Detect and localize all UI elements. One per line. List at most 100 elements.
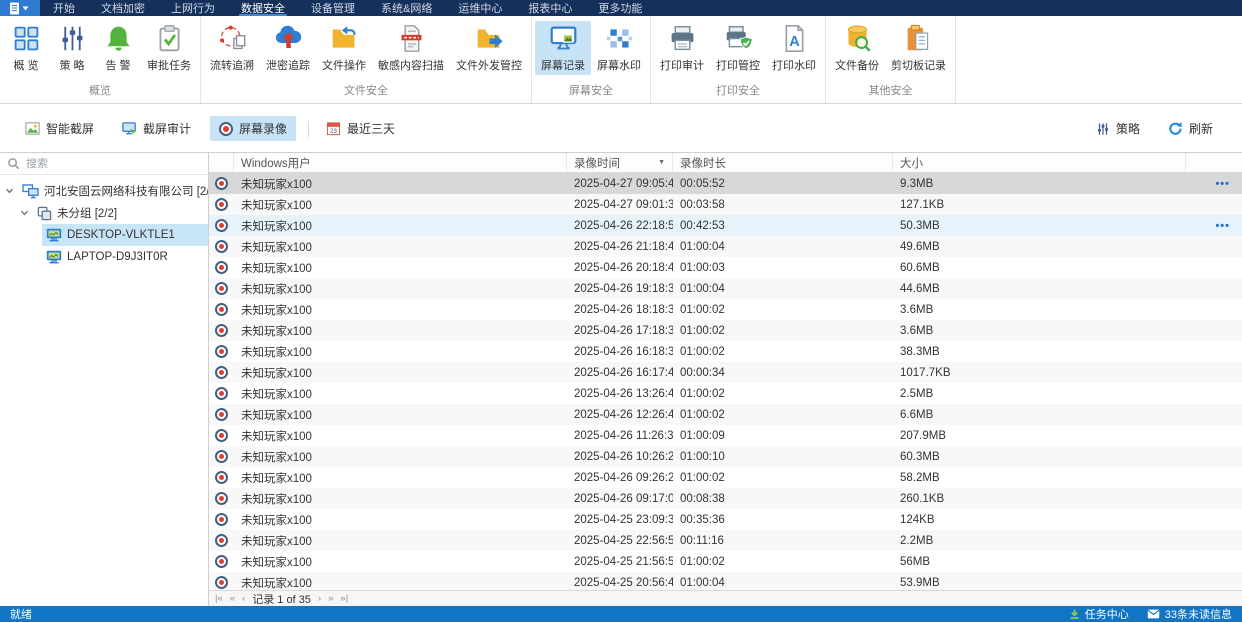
policy-button[interactable]: 策略	[1087, 116, 1149, 141]
fast-prev-page-button[interactable]: «	[230, 593, 235, 604]
ribbon-item-approval-tasks[interactable]: 审批任务	[141, 21, 197, 75]
row-record-time: 2025-04-26 18:18:37	[567, 304, 673, 316]
search-input[interactable]	[26, 158, 201, 170]
table-row[interactable]: 未知玩家x100 2025-04-26 09:26:22 01:00:02 58…	[209, 467, 1242, 488]
table-row[interactable]: 未知玩家x100 2025-04-26 16:17:45 00:00:34 10…	[209, 362, 1242, 383]
next-page-button[interactable]: ›	[318, 593, 321, 604]
tab-web-behavior[interactable]: 上网行为	[158, 0, 228, 16]
column-header-record-duration[interactable]: 录像时长	[673, 153, 893, 172]
ribbon-item-label: 敏感内容扫描	[378, 57, 444, 73]
mail-icon	[1147, 609, 1160, 619]
ribbon-group-print-security: 打印审计 打印管控 A 打印水印 打印安全	[651, 16, 826, 103]
row-record-time: 2025-04-26 16:18:31	[567, 346, 673, 358]
row-record-duration: 00:42:53	[673, 220, 893, 232]
first-page-button[interactable]: |«	[215, 593, 223, 604]
tab-home[interactable]: 开始	[40, 0, 88, 16]
column-header-windows-user[interactable]: Windows用户	[234, 153, 567, 172]
refresh-button[interactable]: 刷新	[1159, 116, 1222, 141]
app-menu-button[interactable]	[0, 0, 40, 16]
table-row[interactable]: 未知玩家x100 2025-04-26 16:18:31 01:00:02 38…	[209, 341, 1242, 362]
table-row[interactable]: 未知玩家x100 2025-04-26 11:26:35 01:00:09 20…	[209, 425, 1242, 446]
table-row[interactable]: 未知玩家x100 2025-04-26 22:18:52 00:42:53 50…	[209, 215, 1242, 236]
tree-item-company[interactable]: 河北安固云网络科技有限公司 [2/2]	[0, 180, 208, 202]
sort-desc-icon[interactable]: ▼	[658, 159, 665, 166]
column-header-size[interactable]: 大小	[893, 153, 1186, 172]
record-icon	[215, 492, 228, 505]
ribbon-item-flow-trace[interactable]: 流转追溯	[204, 21, 260, 75]
table-row[interactable]: 未知玩家x100 2025-04-27 09:01:34 00:03:58 12…	[209, 194, 1242, 215]
row-windows-user: 未知玩家x100	[234, 302, 567, 318]
table-row[interactable]: 未知玩家x100 2025-04-25 20:56:49 01:00:04 53…	[209, 572, 1242, 590]
tab-ops-center[interactable]: 运维中心	[445, 0, 515, 16]
table-row[interactable]: 未知玩家x100 2025-04-26 21:18:47 01:00:04 49…	[209, 236, 1242, 257]
tree-item-ungrouped[interactable]: 未分组 [2/2]	[0, 202, 208, 224]
ribbon-item-screen-record[interactable]: 屏幕记录	[535, 21, 591, 75]
cloud-upload-icon	[274, 24, 303, 53]
table-row[interactable]: 未知玩家x100 2025-04-26 10:26:24 01:00:10 60…	[209, 446, 1242, 467]
table-row[interactable]: 未知玩家x100 2025-04-26 19:18:39 01:00:04 44…	[209, 278, 1242, 299]
ribbon-item-file-outgoing-control[interactable]: 文件外发管控	[450, 21, 528, 75]
ribbon-group-label: 打印安全	[654, 81, 822, 103]
chevron-down-icon[interactable]	[20, 210, 30, 216]
tab-more-functions[interactable]: 更多功能	[585, 0, 655, 16]
table-row[interactable]: 未知玩家x100 2025-04-26 09:17:07 00:08:38 26…	[209, 488, 1242, 509]
table-header: Windows用户 录像时间▼ 录像时长 大小	[209, 153, 1242, 173]
group-icon	[37, 206, 52, 221]
table-row[interactable]: 未知玩家x100 2025-04-27 09:05:45 00:05:52 9.…	[209, 173, 1242, 194]
table-row[interactable]: 未知玩家x100 2025-04-25 23:09:32 00:35:36 12…	[209, 509, 1242, 530]
tab-system-network[interactable]: 系统&网络	[368, 0, 445, 16]
task-center-label: 任务中心	[1085, 606, 1129, 622]
row-record-time: 2025-04-25 20:56:49	[567, 577, 673, 589]
table-row[interactable]: 未知玩家x100 2025-04-25 22:56:57 00:11:16 2.…	[209, 530, 1242, 551]
ribbon-item-policy[interactable]: 策 略	[49, 21, 95, 75]
tab-device-management[interactable]: 设备管理	[298, 0, 368, 16]
ribbon-item-print-control[interactable]: 打印管控	[710, 21, 766, 75]
prev-page-button[interactable]: ‹	[242, 593, 245, 604]
ribbon-item-label: 打印管控	[716, 57, 760, 73]
record-icon-cell	[209, 555, 234, 568]
tab-report-center[interactable]: 报表中心	[515, 0, 585, 16]
ribbon-item-clipboard-record[interactable]: 剪切板记录	[885, 21, 952, 75]
tab-doc-encryption[interactable]: 文档加密	[88, 0, 158, 16]
last-three-days-filter-button[interactable]: 23 最近三天	[317, 116, 404, 141]
last-page-button[interactable]: »|	[340, 593, 348, 604]
ribbon-item-print-audit[interactable]: 打印审计	[654, 21, 710, 75]
table-row[interactable]: 未知玩家x100 2025-04-26 13:26:48 01:00:02 2.…	[209, 383, 1242, 404]
task-center-button[interactable]: 任务中心	[1069, 606, 1129, 622]
row-windows-user: 未知玩家x100	[234, 344, 567, 360]
table-row[interactable]: 未知玩家x100 2025-04-26 12:26:45 01:00:02 6.…	[209, 404, 1242, 425]
ribbon-item-print-watermark[interactable]: A 打印水印	[766, 21, 822, 75]
row-record-duration: 01:00:02	[673, 472, 893, 484]
table-row[interactable]: 未知玩家x100 2025-04-26 18:18:37 01:00:02 3.…	[209, 299, 1242, 320]
fast-next-page-button[interactable]: »	[328, 593, 333, 604]
row-more-actions-button[interactable]: •••	[1186, 178, 1242, 190]
table-row[interactable]: 未知玩家x100 2025-04-26 17:18:34 01:00:02 3.…	[209, 320, 1242, 341]
ribbon-item-overview[interactable]: 概 览	[3, 21, 49, 75]
screenshot-audit-button[interactable]: 截屏审计	[113, 116, 200, 141]
tree-item-laptop-d9j3it0r[interactable]: LAPTOP-D9J3IT0R	[0, 246, 208, 268]
column-header-icon[interactable]	[209, 153, 234, 172]
row-more-actions-button[interactable]: •••	[1186, 220, 1242, 232]
document-scan-icon	[397, 24, 426, 53]
ribbon-item-screen-watermark[interactable]: 屏幕水印	[591, 21, 647, 75]
row-record-duration: 00:03:58	[673, 199, 893, 211]
ribbon-item-sensitive-scan[interactable]: 敏感内容扫描	[372, 21, 450, 75]
table-row[interactable]: 未知玩家x100 2025-04-25 21:56:54 01:00:02 56…	[209, 551, 1242, 572]
ribbon-item-file-backup[interactable]: 文件备份	[829, 21, 885, 75]
tab-data-security[interactable]: 数据安全	[228, 0, 298, 16]
record-icon	[215, 219, 228, 232]
ribbon-item-alerts[interactable]: 告 警	[95, 21, 141, 75]
smart-screenshot-button[interactable]: 智能截屏	[16, 116, 103, 141]
unread-messages-button[interactable]: 33条未读信息	[1147, 606, 1232, 622]
ribbon-item-file-operations[interactable]: 文件操作	[316, 21, 372, 75]
chevron-down-icon[interactable]	[5, 188, 15, 194]
screen-recording-button[interactable]: 屏幕录像	[210, 116, 296, 141]
ribbon-item-leak-tracking[interactable]: 泄密追踪	[260, 21, 316, 75]
table-row[interactable]: 未知玩家x100 2025-04-26 20:18:44 01:00:03 60…	[209, 257, 1242, 278]
record-icon-cell	[209, 408, 234, 421]
row-size: 1017.7KB	[893, 367, 1186, 379]
column-header-record-time[interactable]: 录像时间▼	[567, 153, 673, 172]
row-size: 53.9MB	[893, 577, 1186, 589]
search-box[interactable]	[0, 153, 208, 175]
tree-item-desktop-vlktle1[interactable]: DESKTOP-VLKTLE1	[0, 224, 208, 246]
